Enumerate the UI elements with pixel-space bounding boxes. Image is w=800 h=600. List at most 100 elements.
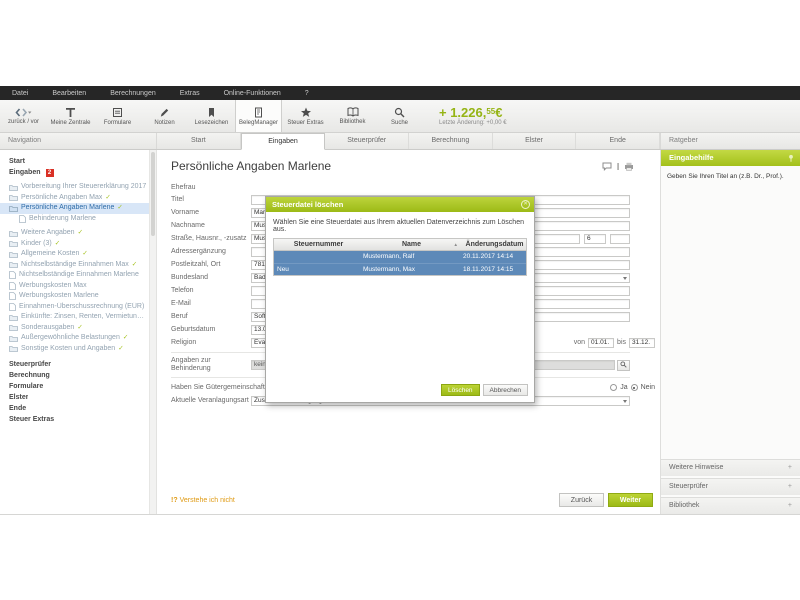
lesezeichen-button[interactable]: Lesezeichen (188, 100, 235, 132)
dialog-titlebar[interactable]: Steuerdatei löschen ✕ (266, 197, 534, 212)
menu-extras[interactable]: Extras (180, 90, 200, 97)
next-button[interactable]: Weiter (608, 493, 653, 507)
sidebar-item-label: Behinderung Marlene (29, 214, 96, 225)
menu-hilfe[interactable]: ? (305, 90, 309, 97)
tab-eingaben[interactable]: Eingaben (241, 133, 326, 150)
sidebar-item-label: Einnahmen-Überschussrechnung (EÜR) (19, 302, 144, 313)
dialog-footer: Löschen Abbrechen (441, 384, 528, 396)
cell-steuernummer (274, 251, 360, 263)
sidebar-item-einkuenfte[interactable]: Einkünfte: Zinsen, Renten, Vermietung us… (0, 312, 156, 323)
accordion-weitere-hinweise[interactable]: Weitere Hinweise + (661, 459, 800, 476)
folder-icon (9, 251, 18, 258)
tab-ende[interactable]: Ende (576, 133, 660, 149)
sidebar-item-euer[interactable]: Einnahmen-Überschussrechnung (EÜR) (0, 302, 156, 313)
steuerdatei-table: Steuernummer Name ▲ Änderungsdatum Muste… (273, 238, 527, 276)
sidebar-item-werbungskosten-marlene[interactable]: Werbungskosten Marlene (0, 291, 156, 302)
sidebar-item-berechnung[interactable]: Berechnung (0, 370, 156, 381)
suche-label: Suche (391, 120, 408, 126)
belegmanager-button[interactable]: BelegManager (235, 100, 282, 132)
delete-button[interactable]: Löschen (441, 384, 480, 396)
accordion-steuerpruefer[interactable]: Steuerprüfer + (661, 478, 800, 495)
column-header-name[interactable]: Name ▲ (360, 239, 460, 250)
check-icon: ✓ (78, 228, 83, 239)
sidebar-item-vorbereitung[interactable]: Vorbereitung Ihrer Steuererklärung 2017 … (0, 182, 156, 193)
sidebar-item-werbungskosten-max[interactable]: Werbungskosten Max (0, 281, 156, 292)
sidebar-item-sonderausgaben[interactable]: Sonderausgaben ✓ (0, 323, 156, 334)
ratgeber-panel: Eingabehilfe Geben Sie Ihren Titel an (z… (660, 150, 800, 514)
menu-online-funktionen[interactable]: Online-Funktionen (224, 90, 281, 97)
sidebar-item-steuer-extras[interactable]: Steuer Extras (0, 414, 156, 425)
von-input[interactable]: 01.01. (588, 338, 614, 348)
sidebar-item-kinder[interactable]: Kinder (3) ✓ (0, 239, 156, 250)
bibliothek-button[interactable]: Bibliothek (329, 100, 376, 132)
radio-nein[interactable] (631, 384, 638, 391)
page-action-icons (602, 162, 634, 173)
bis-input[interactable]: 31.12. (629, 338, 655, 348)
back-button[interactable]: Zurück (559, 493, 604, 507)
beruf-label: Beruf (171, 313, 251, 321)
menu-berechnungen[interactable]: Berechnungen (110, 90, 156, 97)
sidebar-item-angaben-max[interactable]: Persönliche Angaben Max ✓ (0, 193, 156, 204)
table-row[interactable]: Mustermann, Ralf 20.11.2017 14:14 (274, 251, 526, 263)
sidebar-item-behinderung-marlene[interactable]: Behinderung Marlene (0, 214, 156, 225)
suche-button[interactable]: Suche (376, 100, 423, 132)
sidebar-item-label: Sonderausgaben (21, 323, 74, 334)
check-icon: ✓ (123, 333, 128, 344)
eingabehilfe-header[interactable]: Eingabehilfe (661, 150, 800, 166)
plus-icon: + (788, 479, 792, 495)
hausnr-input[interactable]: 6 (584, 234, 606, 244)
comment-icon[interactable] (602, 162, 612, 173)
column-header-aenderungsdatum[interactable]: Änderungsdatum (460, 239, 526, 250)
funnel-icon (65, 107, 76, 118)
not-understand-link[interactable]: !? Verstehe ich nicht (171, 497, 235, 504)
sidebar-item-elster[interactable]: Elster (0, 392, 156, 403)
sidebar-item-eingaben[interactable]: Eingaben 2 (0, 167, 156, 178)
formulare-button[interactable]: Formulare (94, 100, 141, 132)
refund-amount: + 1.226,55€ (439, 106, 507, 119)
tab-start[interactable]: Start (157, 133, 241, 149)
page-title: Persönliche Angaben Marlene (171, 159, 660, 173)
notizen-button[interactable]: Notizen (141, 100, 188, 132)
radio-ja[interactable] (610, 384, 617, 391)
scrollbar-thumb[interactable] (151, 152, 155, 236)
sidebar-item-formulare[interactable]: Formulare (0, 381, 156, 392)
sidebar-item-steuerpruefer[interactable]: Steuerprüfer (0, 359, 156, 370)
cell-datum: 20.11.2017 14:14 (460, 251, 526, 263)
sidebar-item-allgemeine-kosten[interactable]: Allgemeine Kosten ✓ (0, 249, 156, 260)
back-forward-button[interactable]: zurück / vor (0, 100, 47, 132)
tab-steuerpruefer[interactable]: Steuerprüfer (325, 133, 409, 149)
table-row[interactable]: Neu Mustermann, Max 18.11.2017 14:15 (274, 263, 526, 275)
print-icon[interactable] (624, 162, 634, 173)
menu-datei[interactable]: Datei (12, 90, 28, 97)
back-forward-label: zurück / vor (8, 119, 39, 125)
check-icon: ✓ (77, 323, 82, 334)
info-icon[interactable] (616, 162, 620, 173)
zusatz-input[interactable] (610, 234, 630, 244)
steuer-extras-button[interactable]: Steuer Extras (282, 100, 329, 132)
sidebar-item-einnahmen-marlene[interactable]: Nichtselbständige Einnahmen Marlene (0, 270, 156, 281)
accordion-label: Steuerprüfer (669, 479, 708, 495)
menu-bearbeiten[interactable]: Bearbeiten (52, 90, 86, 97)
meine-zentrale-button[interactable]: Meine Zentrale (47, 100, 94, 132)
tab-elster[interactable]: Elster (493, 133, 577, 149)
sidebar-item-angaben-marlene[interactable]: Persönliche Angaben Marlene ✓ (0, 203, 156, 214)
religion-label: Religion (171, 339, 251, 347)
sidebar-item-einnahmen-max[interactable]: Nichtselbständige Einnahmen Max ✓ (0, 260, 156, 271)
cancel-button[interactable]: Abbrechen (483, 384, 528, 396)
sidebar-item-sonstige[interactable]: Sonstige Kosten und Angaben ✓ (0, 344, 156, 355)
sidebar-item-aussergewoehnliche[interactable]: Außergewöhnliche Belastungen ✓ (0, 333, 156, 344)
sidebar-scrollbar[interactable] (149, 150, 156, 514)
vorname-label: Vorname (171, 209, 251, 217)
cell-name: Mustermann, Max (360, 264, 460, 275)
sidebar-item-ende[interactable]: Ende (0, 403, 156, 414)
sidebar-item-start[interactable]: Start (0, 156, 156, 167)
close-icon[interactable]: ✕ (521, 200, 530, 209)
plus-icon: + (788, 498, 792, 514)
application-window: Datei Bearbeiten Berechnungen Extras Onl… (0, 86, 800, 515)
tab-berechnung[interactable]: Berechnung (409, 133, 493, 149)
column-header-steuernummer[interactable]: Steuernummer (274, 239, 360, 250)
behinderung-lookup-button[interactable] (617, 360, 630, 371)
accordion-bibliothek[interactable]: Bibliothek + (661, 497, 800, 514)
sidebar-item-weitere-angaben[interactable]: Weitere Angaben ✓ (0, 228, 156, 239)
document-icon (9, 282, 16, 290)
